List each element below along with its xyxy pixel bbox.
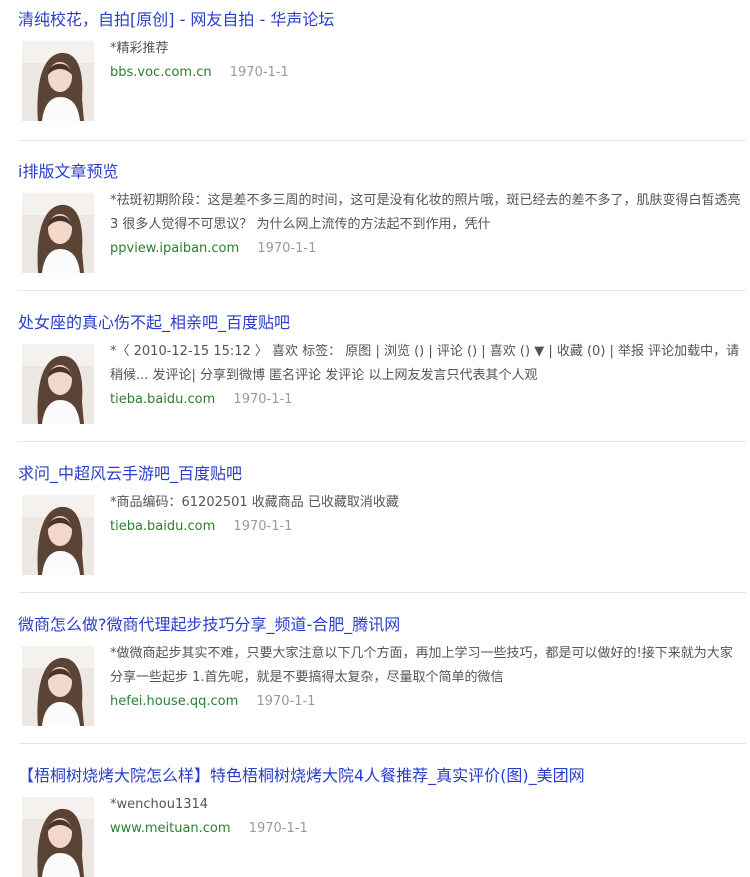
result-divider xyxy=(18,743,746,744)
result-snippet: *祛斑初期阶段：这是差不多三周的时间，这可是没有化妆的照片哦，斑已经去的差不多了… xyxy=(110,193,741,232)
result-title-link[interactable]: 处女座的真心伤不起_相亲吧_百度贴吧 xyxy=(18,312,290,334)
result-meta: tieba.baidu.com 1970-1-1 xyxy=(110,515,742,539)
result-snippet: *〈 2010-12-15 15:12 〉 喜欢 标签： 原图 | 浏览 () … xyxy=(110,344,740,383)
result-body: *祛斑初期阶段：这是差不多三周的时间，这可是没有化妆的照片哦，斑已经去的差不多了… xyxy=(110,189,742,261)
result-url[interactable]: tieba.baidu.com xyxy=(110,519,215,534)
portrait-photo-icon xyxy=(22,193,94,273)
result-thumbnail[interactable] xyxy=(22,495,94,575)
result-thumbnail[interactable] xyxy=(22,344,94,424)
result-snippet: *精彩推荐 xyxy=(110,41,169,56)
result-meta: bbs.voc.com.cn 1970-1-1 xyxy=(110,61,742,85)
result-meta: ppview.ipaiban.com 1970-1-1 xyxy=(110,237,742,261)
result-divider xyxy=(18,290,746,291)
result-body: *做微商起步其实不难，只要大家注意以下几个方面，再加上学习一些技巧，都是可以做好… xyxy=(110,642,742,714)
result-snippet: *wenchou1314 xyxy=(110,797,209,812)
result-url[interactable]: hefei.house.qq.com xyxy=(110,694,238,709)
result-divider xyxy=(18,441,746,442)
result-url[interactable]: bbs.voc.com.cn xyxy=(110,65,212,80)
result-meta: www.meituan.com 1970-1-1 xyxy=(110,817,742,841)
result-divider xyxy=(18,140,746,141)
result-title-link[interactable]: 清纯校花，自拍[原创] - 网友自拍 - 华声论坛 xyxy=(18,9,334,31)
result-url[interactable]: www.meituan.com xyxy=(110,821,231,836)
result-body: *〈 2010-12-15 15:12 〉 喜欢 标签： 原图 | 浏览 () … xyxy=(110,340,742,412)
portrait-photo-icon xyxy=(22,41,94,121)
result-body: *精彩推荐 bbs.voc.com.cn 1970-1-1 xyxy=(110,37,742,85)
portrait-photo-icon xyxy=(22,797,94,877)
result-body: *商品编码：61202501 收藏商品 已收藏取消收藏 tieba.baidu.… xyxy=(110,491,742,539)
result-thumbnail[interactable] xyxy=(22,797,94,877)
result-title-link[interactable]: 【梧桐树烧烤大院怎么样】特色梧桐树烧烤大院4人餐推荐_真实评价(图)_美团网 xyxy=(18,765,585,787)
result-thumbnail[interactable] xyxy=(22,646,94,726)
result-date: 1970-1-1 xyxy=(257,241,317,256)
result-snippet: *商品编码：61202501 收藏商品 已收藏取消收藏 xyxy=(110,495,399,510)
result-url[interactable]: ppview.ipaiban.com xyxy=(110,241,239,256)
result-title-link[interactable]: 求问_中超风云手游吧_百度贴吧 xyxy=(18,463,242,485)
result-thumbnail[interactable] xyxy=(22,193,94,273)
result-title-link[interactable]: i排版文章预览 xyxy=(18,161,118,183)
result-date: 1970-1-1 xyxy=(256,694,316,709)
portrait-photo-icon xyxy=(22,646,94,726)
result-url[interactable]: tieba.baidu.com xyxy=(110,392,215,407)
result-title-link[interactable]: 微商怎么做?微商代理起步技巧分享_频道-合肥_腾讯网 xyxy=(18,614,400,636)
result-divider xyxy=(18,592,746,593)
result-date: 1970-1-1 xyxy=(229,65,289,80)
portrait-photo-icon xyxy=(22,344,94,424)
result-snippet: *做微商起步其实不难，只要大家注意以下几个方面，再加上学习一些技巧，都是可以做好… xyxy=(110,646,733,685)
result-date: 1970-1-1 xyxy=(248,821,308,836)
result-meta: hefei.house.qq.com 1970-1-1 xyxy=(110,690,742,714)
result-date: 1970-1-1 xyxy=(233,519,293,534)
portrait-photo-icon xyxy=(22,495,94,575)
result-thumbnail[interactable] xyxy=(22,41,94,121)
result-date: 1970-1-1 xyxy=(233,392,293,407)
result-meta: tieba.baidu.com 1970-1-1 xyxy=(110,388,742,412)
result-body: *wenchou1314 www.meituan.com 1970-1-1 xyxy=(110,793,742,841)
